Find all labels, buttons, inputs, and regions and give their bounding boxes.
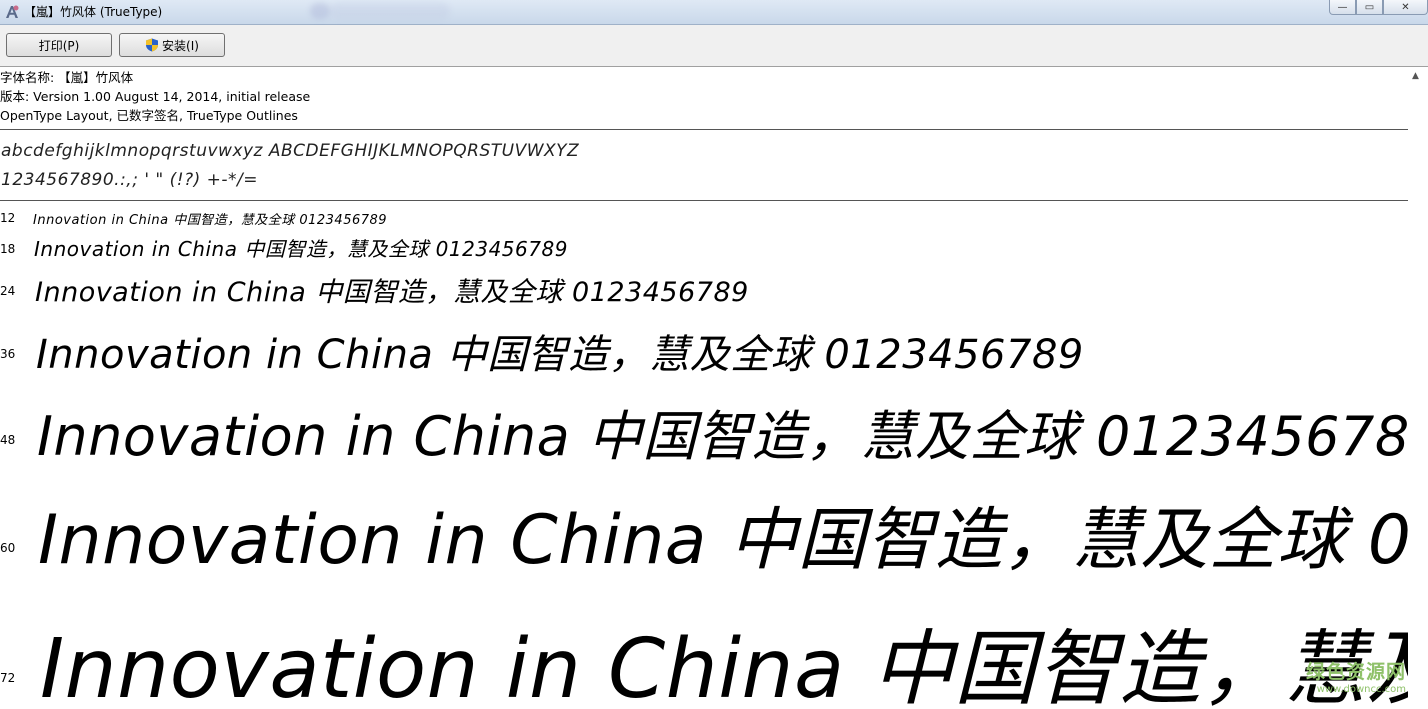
charset-letters: abcdefghijklmnopqrstuvwxyz ABCDEFGHIJKLM… [1,141,580,161]
blurred-region [310,3,330,19]
print-button[interactable]: 打印(P) [6,33,112,57]
window-title: 【嵐】竹风体 (TrueType) [24,5,163,19]
font-name: 字体名称: 【嵐】竹风体 [0,70,134,85]
sample-text: Innovation in China 中国智造，慧及全球 0123456789 [33,213,388,228]
divider [0,129,1408,130]
close-icon: ✕ [1401,1,1410,13]
sample-text: Innovation in China 中国智造，慧及全球 0123456789 [34,237,568,261]
size-samples: 12 Innovation in China 中国智造，慧及全球 0123456… [0,202,1408,709]
close-button[interactable]: ✕ [1383,0,1428,15]
size-label: 72 [0,671,16,685]
install-button-label: 安装(I) [162,38,199,53]
uac-shield-icon [146,38,159,52]
size-label: 48 [0,433,16,447]
size-label: 60 [0,541,16,555]
size-label: 24 [0,284,16,298]
restore-icon: ▭ [1364,1,1375,13]
blurred-region [330,3,450,19]
sample-text: Innovation in China 中国智造，慧及全球 0123456789 [37,405,1408,468]
window-controls: — ▭ ✕ [1329,0,1428,16]
size-label: 36 [0,347,16,361]
font-format: OpenType Layout, 已数字签名, TrueType Outline… [0,108,298,123]
title-bar: 【嵐】竹风体 (TrueType) — ▭ ✕ [0,0,1428,25]
install-button[interactable]: 安装(I) [119,33,225,57]
watermark-url: www.downcc.com [1316,684,1406,695]
sample-text: Innovation in China 中国智造，慧及全球 0123456789 [36,332,1084,378]
size-label: 18 [0,242,16,256]
font-info: 字体名称: 【嵐】竹风体 版本: Version 1.00 August 14,… [0,68,1408,125]
vertical-scrollbar[interactable]: ▲ [1408,67,1428,709]
restore-button[interactable]: ▭ [1356,0,1383,15]
sample-text: Innovation in China 中国智造，慧及全球 0123456789 [35,277,749,308]
font-app-icon[interactable] [4,4,20,20]
charset-digits-symbols: 1234567890.:,; ' " (!?) +-*/= [1,170,258,190]
watermark: 绿色资源网 www.downcc.com [1306,657,1406,695]
sample-text: Innovation in China 中国智造，慧及全球 0123456789 [40,622,1408,709]
print-button-label: 打印(P) [38,38,80,53]
sample-text: Innovation in China 中国智造，慧及全球 0123456789 [38,501,1408,580]
size-label: 12 [0,211,16,225]
toolbar: 打印(P) 安装(I) [0,25,1428,67]
minimize-icon: — [1337,1,1348,13]
font-version: 版本: Version 1.00 August 14, 2014, initia… [0,89,311,104]
divider [0,200,1408,201]
scroll-up-icon[interactable]: ▲ [1412,71,1419,81]
watermark-logo: 绿色资源网 [1305,661,1406,683]
minimize-button[interactable]: — [1329,0,1356,15]
